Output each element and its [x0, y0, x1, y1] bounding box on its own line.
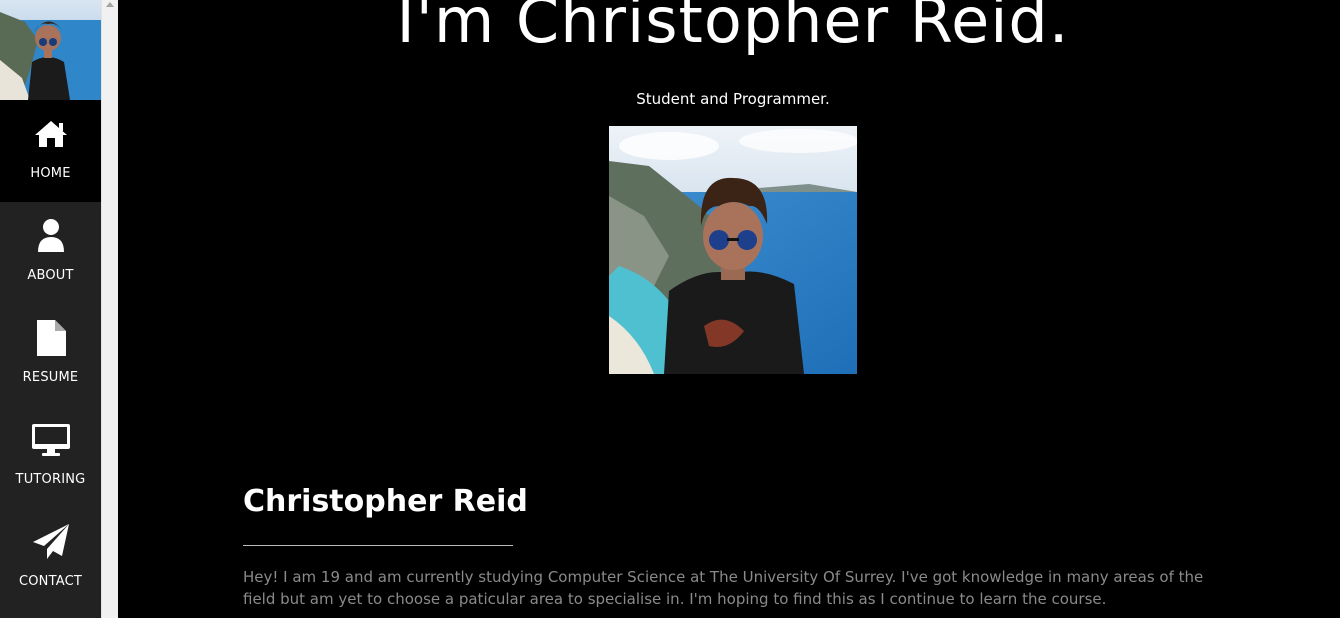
divider	[243, 545, 513, 546]
hero-subtitle: Student and Programmer.	[636, 90, 830, 108]
nav-resume[interactable]: RESUME	[0, 304, 101, 406]
nav-resume-label: RESUME	[22, 370, 79, 385]
home-icon	[31, 114, 71, 154]
nav-home[interactable]: HOME	[0, 100, 101, 202]
nav-contact[interactable]: CONTACT	[0, 508, 101, 610]
about-paragraph: Hey! I am 19 and am currently studying C…	[243, 568, 1204, 608]
paper-plane-icon	[31, 522, 71, 562]
hero-title: I'm Christopher Reid.	[396, 0, 1070, 57]
nav-tutoring-label: TUTORING	[15, 472, 86, 487]
sidebar-profile-photo	[0, 0, 101, 100]
user-icon	[31, 216, 71, 256]
sidebar: HOME ABOUT RESUME TUTORING CONTACT	[0, 0, 101, 618]
about-heading: Christopher Reid	[243, 484, 528, 519]
scroll-up-arrow-icon[interactable]	[106, 2, 114, 7]
hero-profile-photo	[609, 126, 857, 374]
nav-home-label: HOME	[30, 166, 71, 181]
file-icon	[31, 318, 71, 358]
nav-contact-label: CONTACT	[18, 574, 83, 589]
nav-about[interactable]: ABOUT	[0, 202, 101, 304]
main-content: I'm Christopher Reid. Student and Progra…	[118, 0, 1340, 618]
scrollbar[interactable]	[101, 0, 118, 618]
nav-about-label: ABOUT	[27, 268, 74, 283]
desktop-icon	[31, 420, 71, 460]
nav-tutoring[interactable]: TUTORING	[0, 406, 101, 508]
